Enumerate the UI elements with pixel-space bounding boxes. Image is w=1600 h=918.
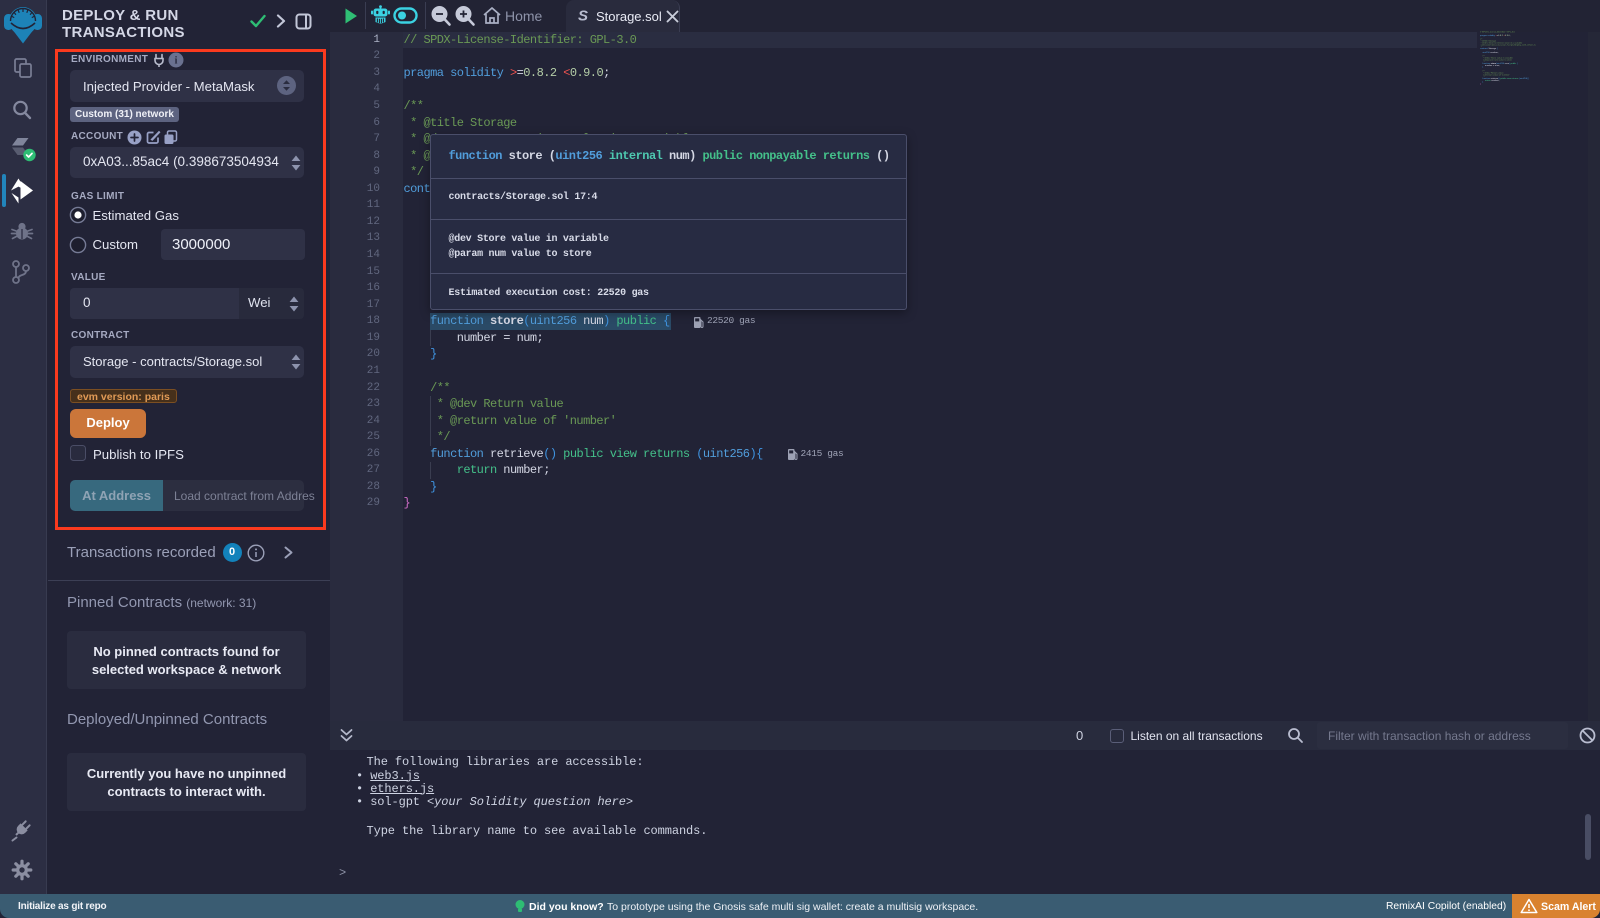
svg-text:S: S — [578, 8, 588, 25]
svg-text:i: i — [175, 56, 178, 67]
